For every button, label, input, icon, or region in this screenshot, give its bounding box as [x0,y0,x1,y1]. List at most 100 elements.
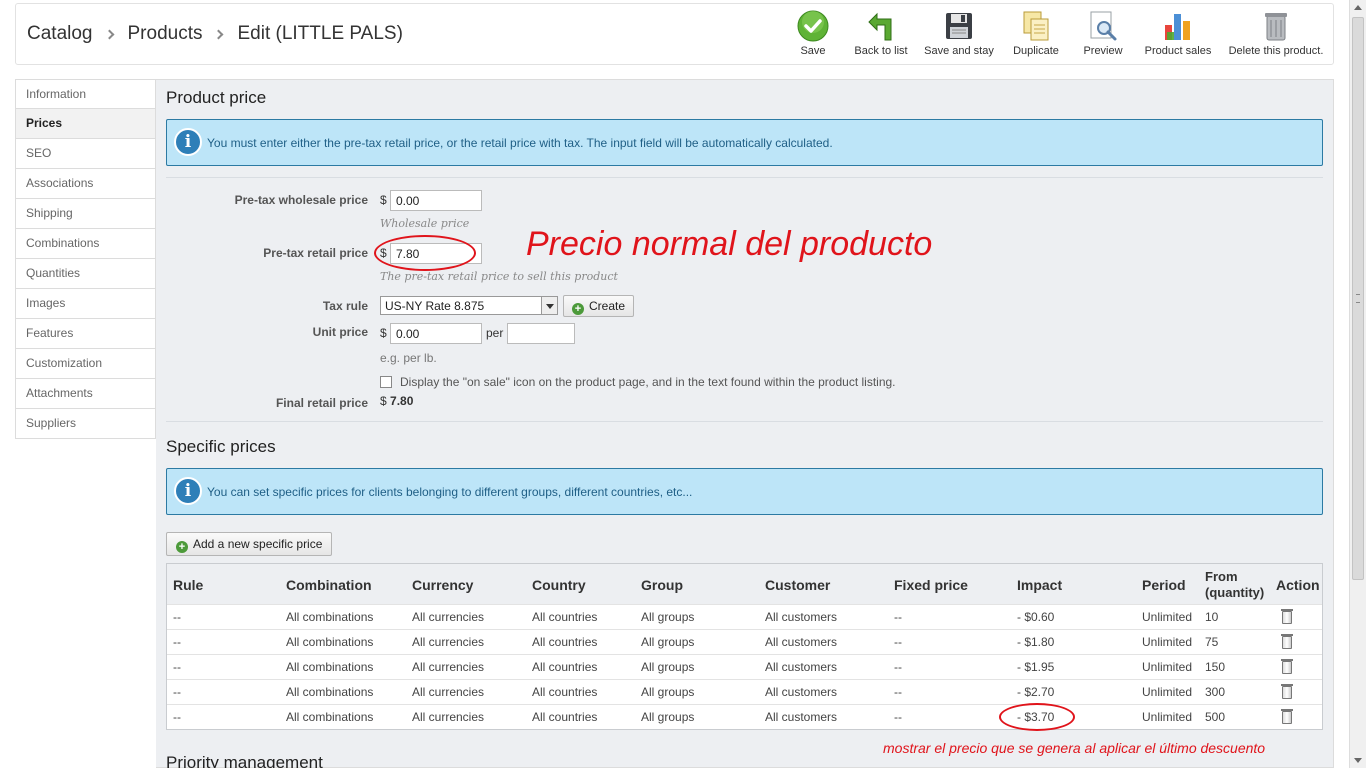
price-annotation: Precio normal del producto [526,225,933,263]
unit-per-label: per [486,326,504,340]
table-row: -- All combinations All currencies All c… [167,629,1322,654]
specific-prices-table: Rule Combination Currency Country Group … [166,563,1323,730]
cell-country: All countries [532,710,598,724]
tax-rule-select[interactable]: US-NY Rate 8.875 [380,296,558,315]
sidebar-item-prices[interactable]: Prices [15,109,156,139]
save-button[interactable]: Save [779,10,847,57]
table-row: -- All combinations All currencies All c… [167,679,1322,704]
prices-panel: Product price i You must enter either th… [156,79,1334,768]
sidebar-item-features[interactable]: Features [15,319,156,349]
delete-product-button[interactable]: Delete this product. [1219,10,1333,57]
back-to-list-button[interactable]: Back to list [847,10,915,57]
col-group: Group [641,577,683,593]
cell-combination: All combinations [286,710,374,724]
cell-impact: - $0.60 [1017,610,1055,624]
unit-price-currency: $ [380,326,387,340]
save-check-icon [797,10,829,42]
sidebar-item-quantities[interactable]: Quantities [15,259,156,289]
retail-price-highlight-ellipse [374,235,476,271]
cell-customer: All customers [765,635,838,649]
bar-chart-icon [1162,10,1194,42]
cell-fixed-price: -- [894,635,902,649]
cell-customer: All customers [765,610,838,624]
vertical-scrollbar[interactable] [1349,0,1366,768]
divider [166,421,1323,422]
page-header: Catalog Products Edit (LITTLE PALS) Save… [15,3,1334,65]
duplicate-button[interactable]: Duplicate [1003,10,1069,57]
table-row: -- All combinations All currencies All c… [167,704,1322,729]
add-specific-price-button[interactable]: + Add a new specific price [166,532,333,556]
cell-currency: All currencies [412,710,485,724]
cell-group: All groups [641,635,695,649]
unit-price-input[interactable]: 0.00 [390,323,482,344]
scroll-up-arrow-icon[interactable] [1354,5,1362,10]
cell-customer: All customers [765,710,838,724]
scroll-down-arrow-icon[interactable] [1354,758,1362,763]
sidebar-item-associations[interactable]: Associations [15,169,156,199]
breadcrumb-catalog[interactable]: Catalog [27,23,93,45]
info-icon: i [174,128,202,156]
create-tax-rule-button[interactable]: + Create [563,295,635,317]
product-tabs-sidebar: Information Prices SEO Associations Ship… [15,79,156,439]
cell-combination: All combinations [286,610,374,624]
product-sales-button[interactable]: Product sales [1137,10,1219,57]
delete-icon[interactable] [1281,634,1293,649]
sidebar-item-images[interactable]: Images [15,289,156,319]
duplicate-label: Duplicate [1013,45,1059,57]
delete-icon[interactable] [1281,709,1293,724]
breadcrumb: Catalog Products Edit (LITTLE PALS) [27,23,403,45]
cell-group: All groups [641,610,695,624]
cell-impact: - $1.95 [1017,660,1055,674]
specific-prices-title: Specific prices [166,437,276,456]
cell-rule: -- [173,685,181,699]
cell-impact: - $1.80 [1017,635,1055,649]
cell-combination: All combinations [286,685,374,699]
final-price-label: Final retail price [275,396,368,410]
trash-bin-icon [1260,10,1292,42]
cell-group: All groups [641,710,695,724]
sidebar-item-combinations[interactable]: Combinations [15,229,156,259]
specific-info-box: i You can set specific prices for client… [166,468,1323,515]
back-to-list-label: Back to list [854,45,908,57]
col-country: Country [532,577,586,593]
sidebar-item-information[interactable]: Information [15,79,156,109]
back-arrow-icon [865,10,897,42]
delete-icon[interactable] [1281,659,1293,674]
sidebar-item-customization[interactable]: Customization [15,349,156,379]
unit-per-input[interactable] [507,323,575,344]
cell-from-quantity: 500 [1205,710,1226,724]
cell-currency: All currencies [412,610,485,624]
col-period: Period [1142,577,1186,593]
cell-customer: All customers [765,685,838,699]
preview-button[interactable]: Preview [1069,10,1137,57]
save-and-stay-button[interactable]: Save and stay [915,10,1003,57]
scrollbar-thumb[interactable] [1352,17,1364,580]
col-currency: Currency [412,577,474,593]
sidebar-item-seo[interactable]: SEO [15,139,156,169]
wholesale-price-label: Pre-tax wholesale price [234,193,368,207]
cell-from-quantity: 300 [1205,685,1226,699]
sidebar-item-attachments[interactable]: Attachments [15,379,156,409]
product-sales-label: Product sales [1144,45,1212,57]
cell-country: All countries [532,635,598,649]
delete-icon[interactable] [1281,609,1293,624]
cell-rule: -- [173,660,181,674]
add-icon: + [176,541,188,553]
breadcrumb-products[interactable]: Products [128,23,203,45]
sidebar-item-suppliers[interactable]: Suppliers [15,409,156,439]
duplicate-icon [1020,10,1052,42]
cell-currency: All currencies [412,635,485,649]
on-sale-checkbox[interactable] [380,376,392,388]
table-row: -- All combinations All currencies All c… [167,654,1322,679]
cell-rule: -- [173,635,181,649]
delete-icon[interactable] [1281,684,1293,699]
wholesale-price-input[interactable]: 0.00 [390,190,482,211]
preview-magnifier-icon [1087,10,1119,42]
save-label: Save [800,45,826,57]
col-from-quantity: From (quantity) [1205,569,1265,600]
col-fixed-price: Fixed price [894,577,968,593]
sidebar-item-shipping[interactable]: Shipping [15,199,156,229]
wholesale-currency: $ [380,193,387,207]
cell-from-quantity: 10 [1205,610,1219,624]
cell-period: Unlimited [1142,635,1193,649]
